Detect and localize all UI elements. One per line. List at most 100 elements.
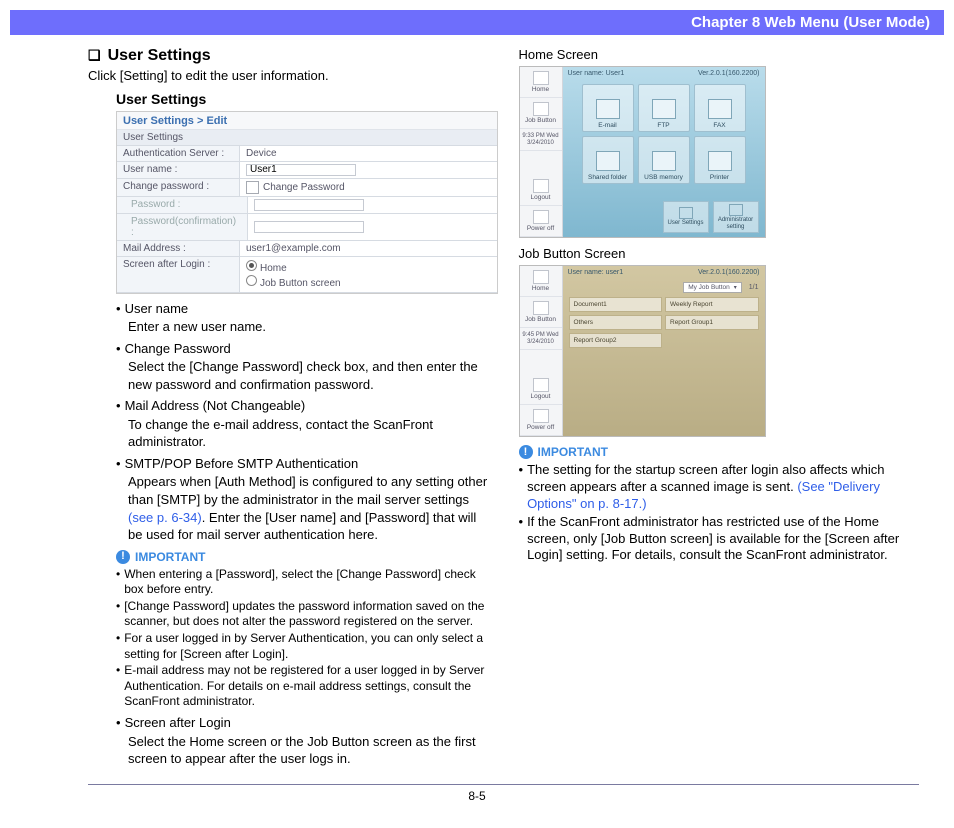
uset-username-input[interactable] [246, 164, 356, 176]
bullet-mail: Mail Address (Not Changeable) [125, 397, 306, 415]
imp-item-2: [Change Password] updates the password i… [124, 599, 488, 630]
uset-mail-value: user1@example.com [240, 241, 497, 256]
admin-settings-icon [729, 204, 743, 216]
side-logout[interactable]: Logout [520, 175, 562, 206]
bullet-username: User name [125, 300, 189, 318]
home-item-usb[interactable]: USB memory [638, 136, 690, 184]
section-pointer-icon [88, 47, 105, 64]
important-label-right: IMPORTANT [538, 445, 608, 459]
jobbutton-icon [533, 102, 549, 116]
job-side-jobbutton[interactable]: Job Button [520, 297, 562, 328]
home-item-ftp[interactable]: FTP [638, 84, 690, 132]
job-btn-group2[interactable]: Report Group2 [569, 333, 663, 348]
desc-screen: Select the Home screen or the Job Button… [128, 733, 489, 768]
job-side-time: 9:45 PM Wed 3/24/2010 [520, 328, 562, 350]
job-btn-others[interactable]: Others [569, 315, 663, 330]
important-label: IMPORTANT [135, 550, 205, 564]
imp-right-2: If the ScanFront administrator has restr… [527, 514, 919, 565]
user-settings-icon [679, 207, 693, 219]
job-username: User name: user1 [568, 269, 624, 276]
job-btn-document1[interactable]: Document1 [569, 297, 663, 312]
uset-radio-job-label: Job Button screen [260, 278, 341, 289]
home-item-printer[interactable]: Printer [694, 136, 746, 184]
user-settings-screenshot: User Settings > Edit User Settings Authe… [116, 111, 498, 294]
job-btn-weekly[interactable]: Weekly Report [665, 297, 759, 312]
home-user-settings-btn[interactable]: User Settings [663, 201, 709, 233]
uset-radio-home-label: Home [260, 263, 287, 274]
section-title: User Settings [108, 47, 211, 65]
home-screen-screenshot: Home Job Button 9:33 PM Wed 3/24/2010 Lo… [519, 66, 766, 238]
desc-mail: To change the e-mail address, contact th… [128, 416, 489, 451]
uset-password-input[interactable] [254, 199, 364, 211]
power-icon [533, 210, 549, 224]
home-username: User name: User1 [568, 70, 625, 77]
job-version: Ver.2.0.1(160.2200) [698, 269, 760, 276]
uset-password-confirm-input[interactable] [254, 221, 364, 233]
uset-changepw-label: Change password : [117, 179, 240, 196]
desc-changepw: Select the [Change Password] check box, … [128, 358, 489, 393]
uset-password-confirm-label: Password(confirmation) : [117, 214, 248, 240]
logout-icon [533, 179, 549, 193]
fax-icon [708, 99, 732, 119]
home-icon [533, 71, 549, 85]
home-icon [533, 270, 549, 284]
uset-radio-job[interactable] [246, 275, 257, 286]
page-number: 8-5 [0, 785, 954, 803]
jobbutton-icon [533, 301, 549, 315]
home-admin-settings-btn[interactable]: Administrator setting [713, 201, 759, 233]
uset-username-label: User name : [117, 162, 240, 178]
side-home[interactable]: Home [520, 67, 562, 98]
right-column: Home Screen Home Job Button 9:33 PM Wed … [519, 47, 920, 772]
bullet-changepw: Change Password [125, 340, 231, 358]
uset-title: User Settings > Edit [117, 112, 497, 130]
job-side-home[interactable]: Home [520, 266, 562, 297]
email-icon [596, 99, 620, 119]
side-time: 9:33 PM Wed 3/24/2010 [520, 129, 562, 151]
imp-item-1: When entering a [Password], select the [… [124, 567, 488, 598]
bullet-screen: Screen after Login [125, 714, 231, 732]
uset-subbar: User Settings [117, 130, 497, 146]
home-item-shared[interactable]: Shared folder [582, 136, 634, 184]
printer-icon [708, 151, 732, 171]
home-item-fax[interactable]: FAX [694, 84, 746, 132]
job-dropdown[interactable]: My Job Button [683, 282, 742, 293]
uset-auth-server-label: Authentication Server : [117, 146, 240, 161]
section-intro: Click [Setting] to edit the user informa… [88, 67, 489, 85]
imp-item-4: E-mail address may not be registered for… [124, 663, 488, 710]
job-btn-group1[interactable]: Report Group1 [665, 315, 759, 330]
left-column: User Settings Click [Setting] to edit th… [88, 47, 489, 772]
home-screen-heading: Home Screen [519, 47, 920, 62]
usb-icon [652, 151, 676, 171]
important-icon: ! [519, 445, 533, 459]
imp-right-1: The setting for the startup screen after… [527, 462, 919, 513]
uset-radio-home[interactable] [246, 260, 257, 271]
bullet-smtp: SMTP/POP Before SMTP Authentication [125, 455, 359, 473]
side-poweroff[interactable]: Power off [520, 206, 562, 237]
uset-auth-server-value: Device [240, 146, 497, 161]
important-icon: ! [116, 550, 130, 564]
logout-icon [533, 378, 549, 392]
uset-changepw-text: Change Password [263, 182, 345, 193]
uset-password-label: Password : [117, 197, 248, 213]
uset-changepw-checkbox[interactable] [246, 181, 259, 194]
chapter-header: Chapter 8 Web Menu (User Mode) [10, 10, 944, 35]
home-item-email[interactable]: E-mail [582, 84, 634, 132]
uset-screen-label: Screen after Login : [117, 257, 240, 292]
desc-smtp-pre: Appears when [Auth Method] is configured… [128, 474, 487, 507]
job-page-indicator: 1/1 [749, 284, 759, 291]
job-side-poweroff[interactable]: Power off [520, 405, 562, 436]
job-side-logout[interactable]: Logout [520, 374, 562, 405]
folder-icon [596, 151, 620, 171]
user-settings-subhead: User Settings [116, 91, 489, 107]
job-screen-screenshot: Home Job Button 9:45 PM Wed 3/24/2010 Lo… [519, 265, 766, 437]
desc-username: Enter a new user name. [128, 318, 489, 336]
home-version: Ver.2.0.1(160.2200) [698, 70, 760, 77]
side-jobbutton[interactable]: Job Button [520, 98, 562, 129]
power-icon [533, 409, 549, 423]
job-screen-heading: Job Button Screen [519, 246, 920, 261]
uset-mail-label: Mail Address : [117, 241, 240, 256]
imp-item-3: For a user logged in by Server Authentic… [124, 631, 488, 662]
link-see-p634[interactable]: (see p. 6-34) [128, 510, 202, 525]
ftp-icon [652, 99, 676, 119]
desc-smtp: Appears when [Auth Method] is configured… [128, 473, 489, 543]
